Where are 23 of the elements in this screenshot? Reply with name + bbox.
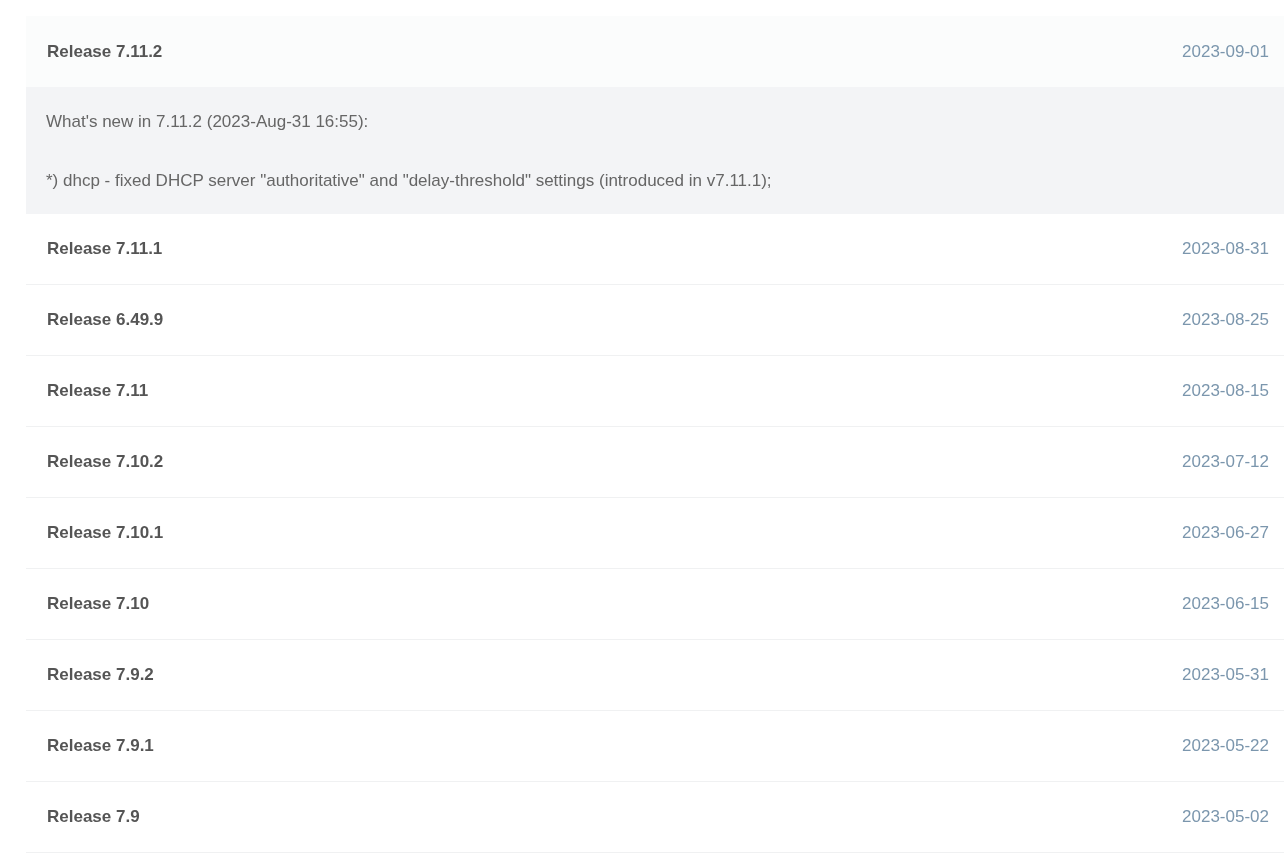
release-date: 2023-06-27 xyxy=(1182,522,1269,545)
release-title: Release 7.11.1 xyxy=(47,238,163,261)
release-date: 2023-05-22 xyxy=(1182,735,1269,758)
release-date: 2023-06-15 xyxy=(1182,593,1269,616)
release-title: Release 7.9 xyxy=(47,806,140,829)
release-date: 2023-08-25 xyxy=(1182,309,1269,332)
release-note-text: *) dhcp - fixed DHCP server "authoritative" and "delay-threshold" settings (introduced in v7.11.1); xyxy=(46,170,773,192)
release-title: Release 6.49.9 xyxy=(47,309,164,332)
release-title: Release 7.9.2 xyxy=(47,664,154,687)
release-date: 2023-08-15 xyxy=(1182,380,1269,403)
release-note-text: What's new in 7.11.2 (2023-Aug-31 16:55): xyxy=(46,111,370,133)
release-title: Release 7.11.2 xyxy=(47,40,163,63)
release-title: Release 7.10 xyxy=(47,593,150,616)
release-title: Release 7.10.2 xyxy=(47,451,164,474)
release-date: 2023-09-01 xyxy=(1182,40,1269,63)
release-date: 2023-05-02 xyxy=(1182,806,1269,829)
release-header[interactable]: Release 7.11.2 2023-09-01 xyxy=(26,16,1284,87)
release-title: Release 7.10.1 xyxy=(47,522,164,545)
release-date: 2023-05-31 xyxy=(1182,664,1269,687)
release-date: 2023-08-31 xyxy=(1182,238,1269,261)
release-title: Release 7.11 xyxy=(47,380,149,403)
release-date: 2023-07-12 xyxy=(1182,451,1269,474)
release-title: Release 7.9.1 xyxy=(47,735,154,758)
